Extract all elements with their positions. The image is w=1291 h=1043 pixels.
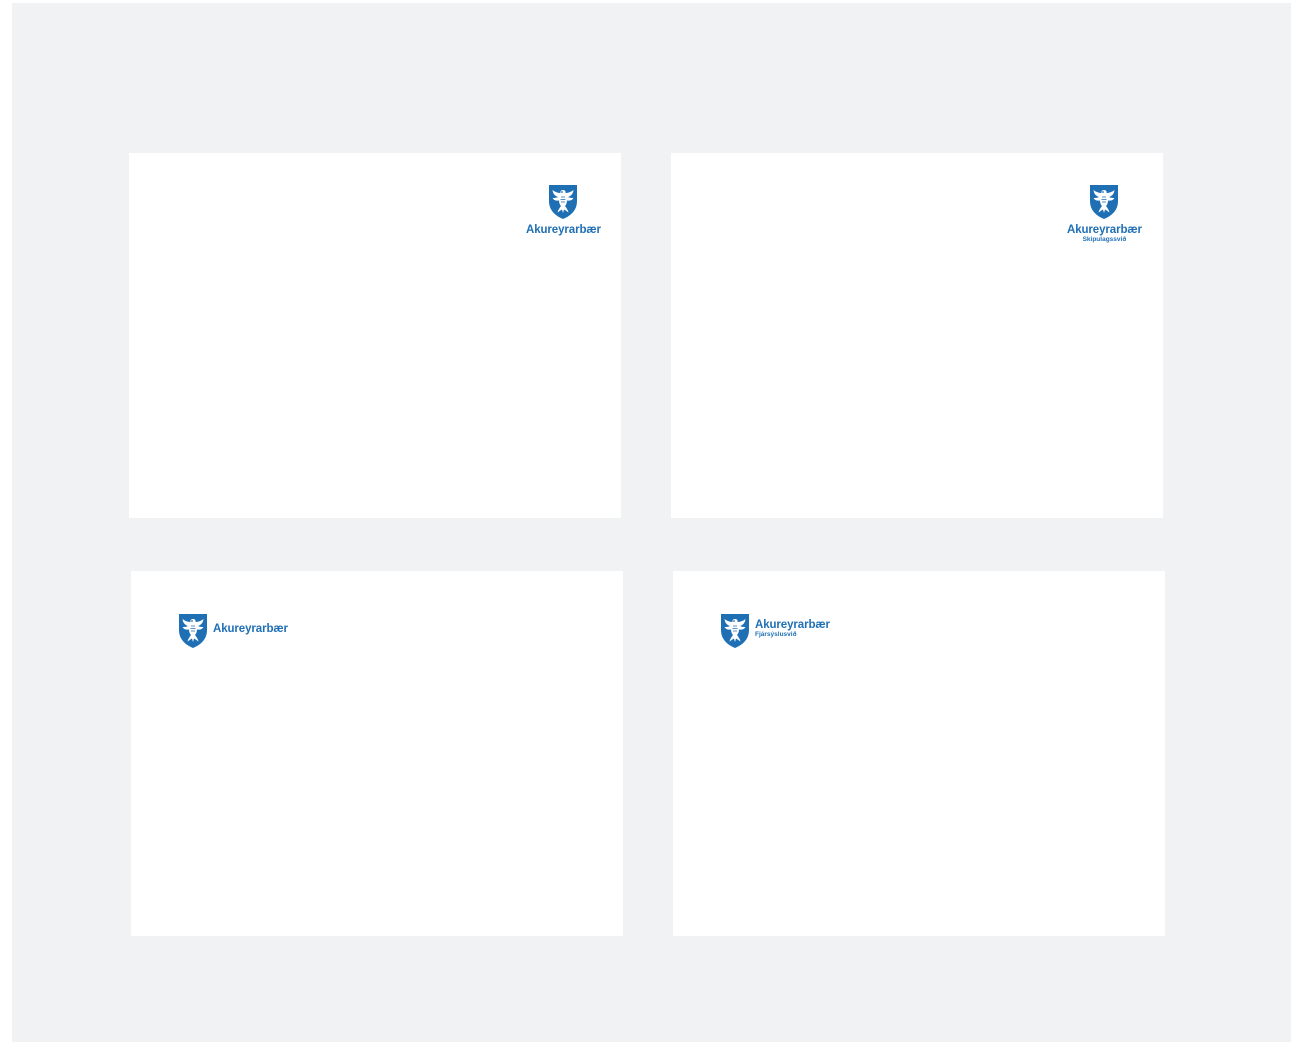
brand-name: Akureyrarbær [1067, 224, 1142, 236]
brand-name: Akureyrarbær [755, 619, 830, 631]
logo-lockup: Akureyrarbær Skipulagssvið [1067, 184, 1142, 243]
coat-of-arms-icon [1089, 184, 1119, 220]
logo-lockup: Akureyrarbær [526, 184, 601, 236]
department-name: Skipulagssvið [1082, 236, 1127, 243]
letterhead-card-2: Akureyrarbær Skipulagssvið [671, 153, 1163, 518]
letterhead-card-3: Akureyrarbær [131, 571, 623, 936]
letterhead-card-1: Akureyrarbær [129, 153, 621, 518]
coat-of-arms-icon [548, 184, 578, 220]
preview-canvas: Akureyrarbær Akureyrarbær Skipulagssvið [12, 3, 1291, 1042]
letterhead-card-4: Akureyrarbær Fjársýslusvið [673, 571, 1165, 936]
logo-lockup: Akureyrarbær Fjársýslusvið [720, 613, 830, 649]
department-name: Fjársýslusvið [755, 631, 797, 638]
logo-text: Akureyrarbær Fjársýslusvið [755, 619, 830, 638]
logo-lockup: Akureyrarbær [178, 613, 288, 649]
brand-name: Akureyrarbær [213, 622, 288, 635]
brand-name: Akureyrarbær [526, 224, 601, 236]
coat-of-arms-icon [720, 613, 750, 649]
logo-text: Akureyrarbær [213, 623, 288, 635]
coat-of-arms-icon [178, 613, 208, 649]
